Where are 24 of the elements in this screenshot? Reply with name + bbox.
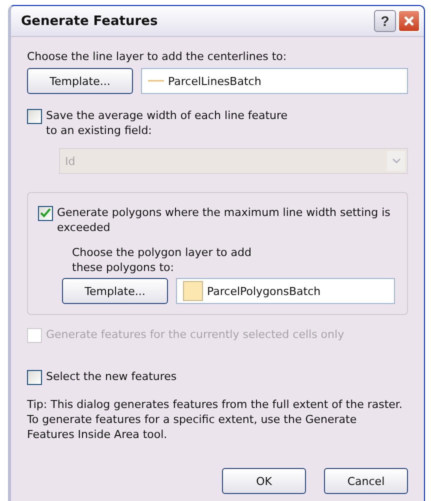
checkbox[interactable] xyxy=(38,206,53,221)
line-layer-label: Choose the line layer to add the centerlines to: xyxy=(27,49,288,64)
help-button[interactable]: ? xyxy=(374,10,396,32)
checkbox-label: Select the new features xyxy=(46,369,177,384)
cancel-button[interactable]: Cancel xyxy=(324,468,408,494)
check-icon xyxy=(40,208,51,219)
chevron-down-icon xyxy=(392,158,400,164)
ok-button[interactable]: OK xyxy=(222,468,306,494)
polygon-layer-label: Choose the polygon layer to add these polygons to: xyxy=(72,245,252,275)
close-icon xyxy=(403,15,415,27)
checkbox-label: Save the average width of each line feature to an existing field: xyxy=(46,108,288,138)
close-button[interactable] xyxy=(398,10,420,32)
checkbox[interactable] xyxy=(27,109,42,124)
template-button[interactable]: Template... xyxy=(27,68,133,94)
window-title: Generate Features xyxy=(21,14,159,28)
line-layer-field[interactable]: ParcelLinesBatch xyxy=(141,68,408,94)
line-symbol-icon xyxy=(148,79,164,83)
fill-symbol-icon xyxy=(183,281,203,301)
checkbox-label: Generate polygons where the maximum line width setting is exceeded xyxy=(57,205,390,235)
checkbox[interactable] xyxy=(27,370,42,385)
polygon-layer-field[interactable]: ParcelPolygonsBatch xyxy=(176,278,395,304)
tip-text: Tip: This dialog generates features from the full extent of the raster. To generate features for a specific extent, use the Generate Features Inside Area tool. xyxy=(27,397,404,442)
checkbox-label: Generate features for the currently selected cells only xyxy=(46,327,344,342)
template-button[interactable]: Template... xyxy=(62,278,168,304)
